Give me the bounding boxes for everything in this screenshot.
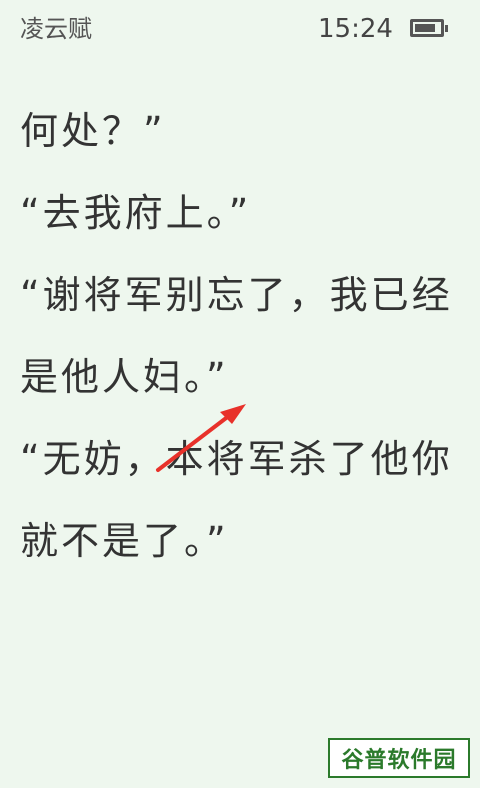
text-line: “去我府上。”	[20, 191, 252, 235]
text-line: “无妨，本将军杀了他你	[20, 437, 453, 481]
watermark-text: 谷普软件园	[341, 748, 457, 773]
battery-icon	[410, 19, 448, 37]
book-title: 凌云赋	[20, 15, 92, 43]
clock: 15:24	[318, 14, 393, 44]
text-line: “谢将军别忘了，我已经	[20, 273, 453, 317]
watermark-logo: 谷普软件园	[328, 738, 470, 778]
text-line: 就不是了。”	[20, 519, 229, 563]
battery-level-fill	[415, 24, 435, 32]
status-bar: 凌云赋 15:24	[0, 0, 480, 60]
text-line: 是他人妇。”	[20, 355, 229, 399]
text-line: 何处？”	[20, 109, 166, 153]
reader-text-area[interactable]: 何处？” “去我府上。” “谢将军别忘了，我已经 是他人妇。” “无妨，本将军杀…	[20, 102, 466, 594]
battery-tip	[445, 25, 448, 32]
